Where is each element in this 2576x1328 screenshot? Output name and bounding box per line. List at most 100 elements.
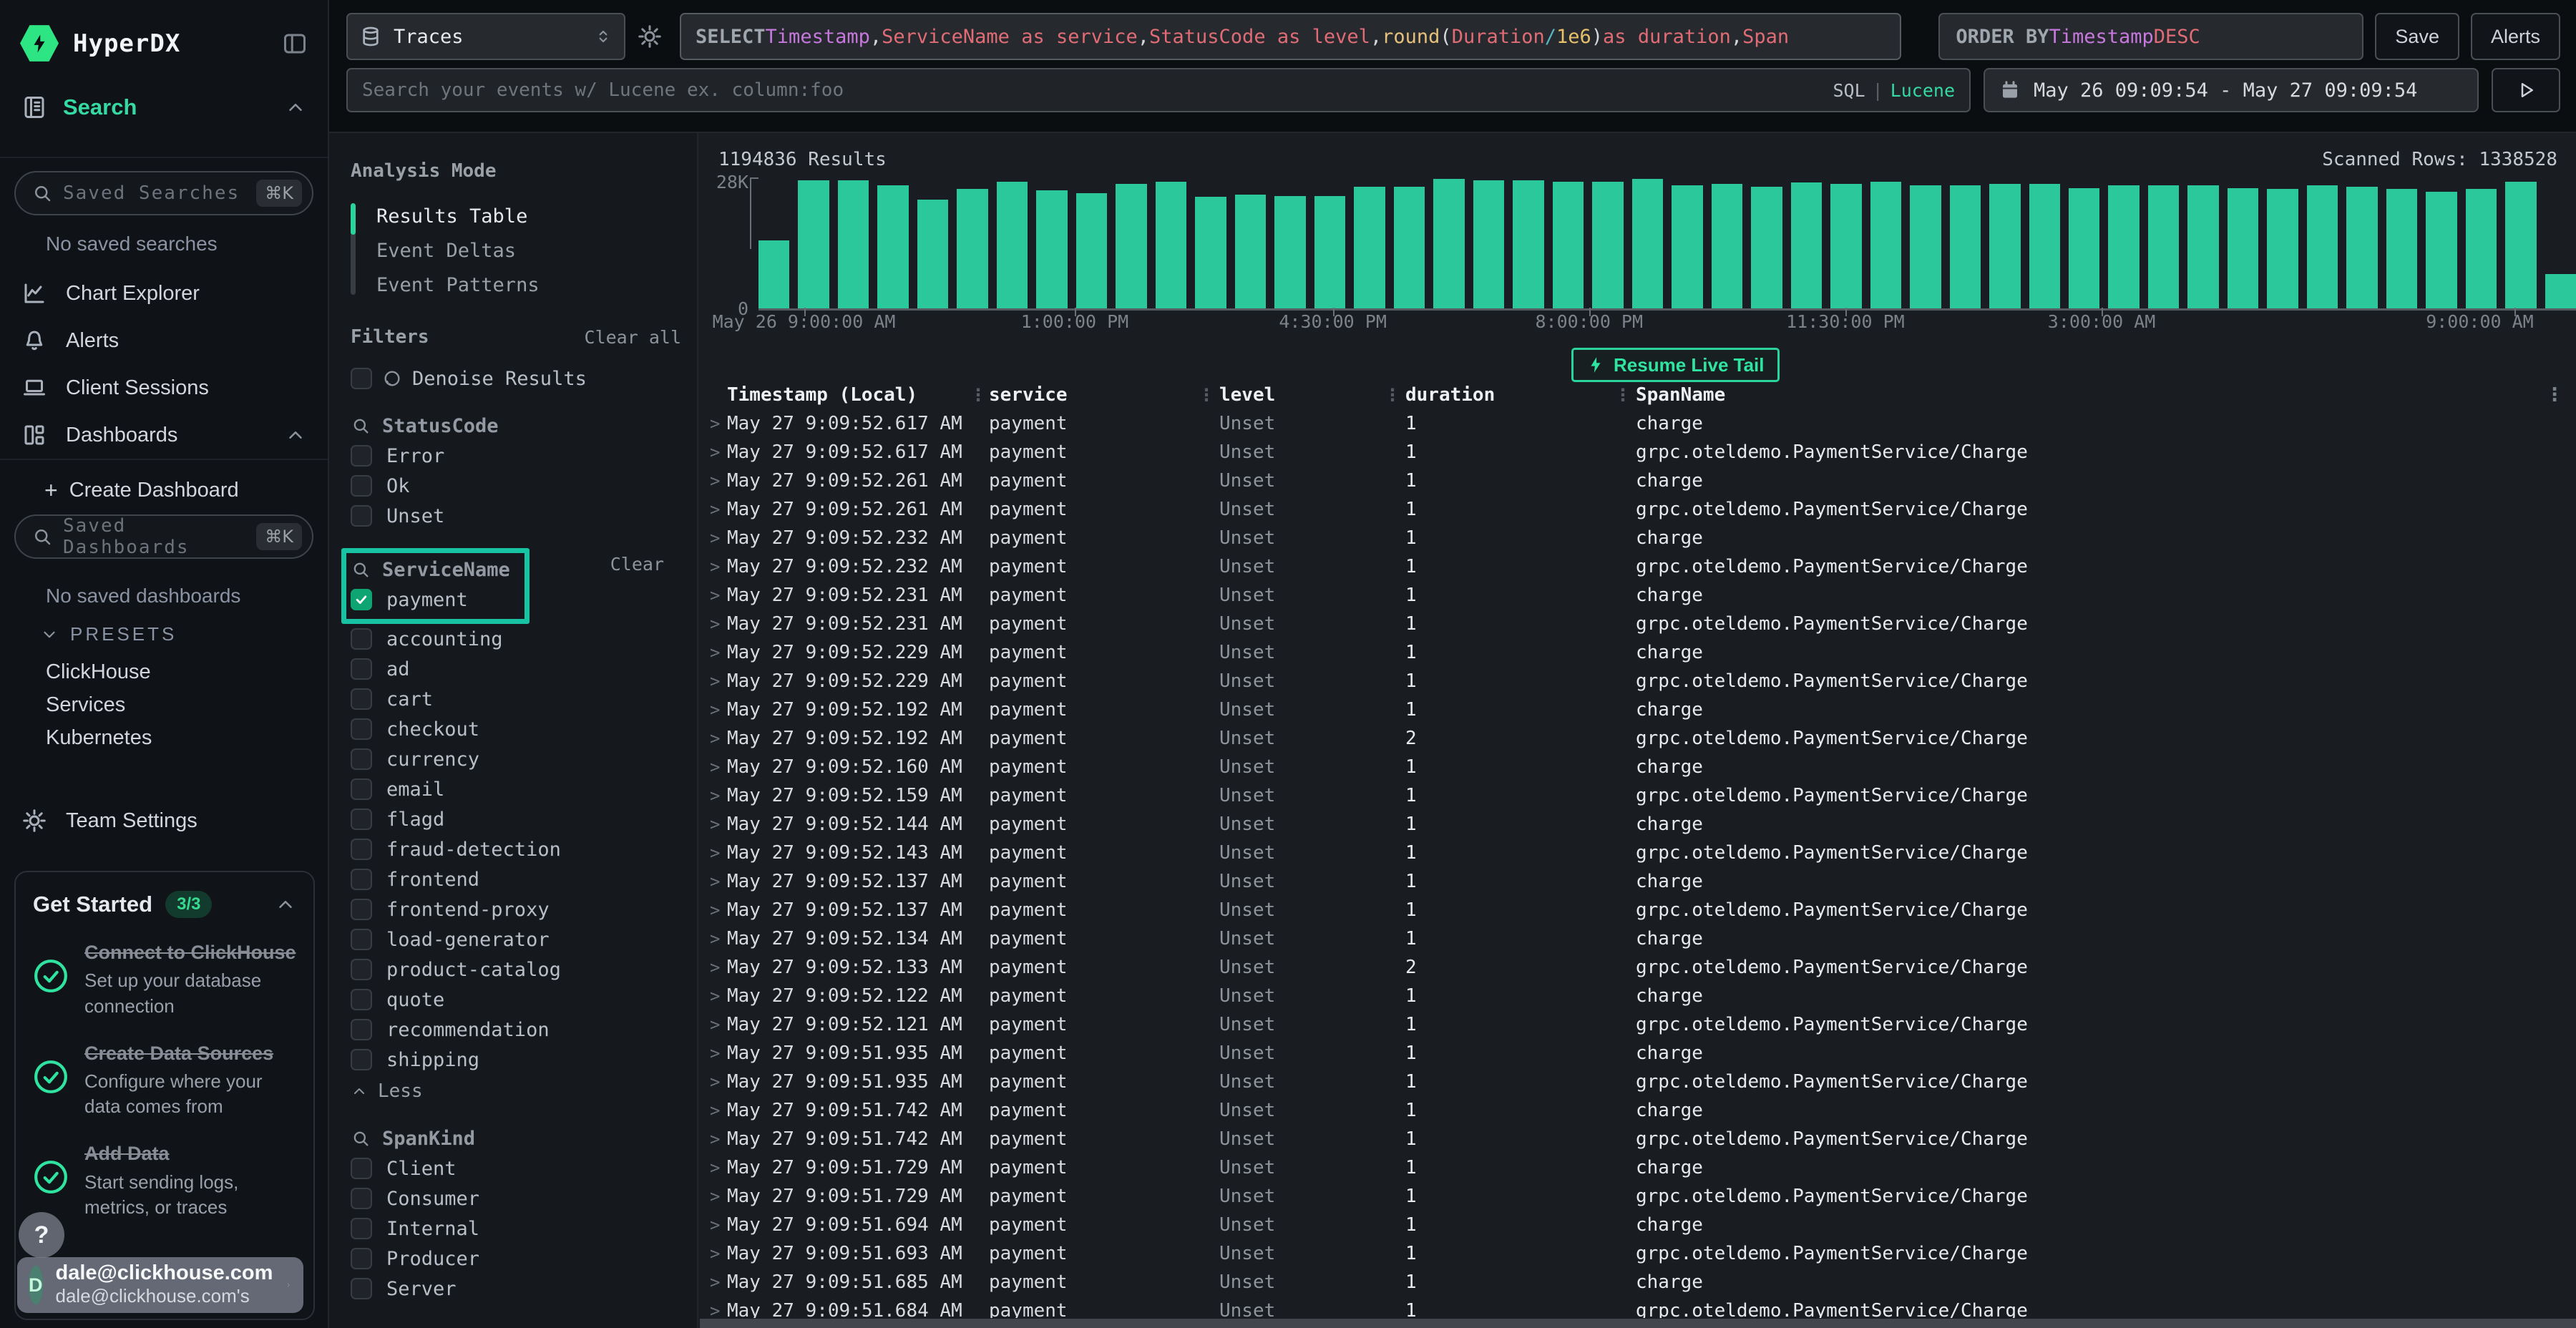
sidebar-item-team-settings[interactable]: Team Settings: [0, 797, 328, 844]
row-expand-chevron-icon[interactable]: >: [706, 1186, 727, 1206]
histogram-bar[interactable]: [1195, 197, 1226, 308]
row-expand-chevron-icon[interactable]: >: [706, 471, 727, 491]
filter-checkbox-item[interactable]: checkout: [351, 714, 681, 744]
histogram-bar[interactable]: [2228, 188, 2258, 308]
histogram-bar[interactable]: [1830, 184, 1861, 308]
histogram-bar[interactable]: [1473, 180, 1504, 308]
column-resizer-icon[interactable]: ⋮: [1610, 385, 1636, 405]
select-clause-input[interactable]: SELECT Timestamp, ServiceName as service…: [680, 13, 1901, 60]
sidebar-item-chart-explorer[interactable]: Chart Explorer: [0, 270, 328, 317]
get-started-step[interactable]: Connect to ClickHouse Set up your databa…: [33, 939, 296, 1019]
row-expand-chevron-icon[interactable]: >: [706, 872, 727, 892]
column-resizer-icon[interactable]: ⋮: [1380, 385, 1405, 405]
row-expand-chevron-icon[interactable]: >: [706, 643, 727, 663]
sidebar-item-dashboards[interactable]: Dashboards: [0, 411, 328, 459]
column-header-service[interactable]: service: [989, 384, 1194, 406]
table-row[interactable]: > May 27 9:09:52.231 AM payment Unset 1 …: [706, 581, 2570, 610]
histogram-bar[interactable]: [2069, 188, 2099, 308]
column-resizer-icon[interactable]: ⋮: [967, 385, 989, 405]
get-started-step[interactable]: Add Data Start sending logs, metrics, or…: [33, 1141, 296, 1220]
table-row[interactable]: > May 27 9:09:52.137 AM payment Unset 1 …: [706, 896, 2570, 924]
filter-checkbox-item[interactable]: email: [351, 774, 681, 804]
histogram-bar[interactable]: [877, 185, 908, 308]
row-expand-chevron-icon[interactable]: >: [706, 1215, 727, 1235]
mode-event-deltas[interactable]: Event Deltas: [376, 233, 681, 268]
run-query-button[interactable]: [2492, 68, 2560, 112]
histogram-bar[interactable]: [1950, 185, 1981, 308]
row-expand-chevron-icon[interactable]: >: [706, 900, 727, 920]
histogram-bar[interactable]: [2029, 184, 2060, 308]
histogram-bar[interactable]: [2346, 187, 2377, 308]
row-expand-chevron-icon[interactable]: >: [706, 843, 727, 863]
table-row[interactable]: > May 27 9:09:51.935 AM payment Unset 1 …: [706, 1039, 2570, 1068]
row-expand-chevron-icon[interactable]: >: [706, 814, 727, 834]
filter-group-header[interactable]: ServiceName: [351, 555, 510, 585]
histogram-bar[interactable]: [2386, 189, 2417, 308]
table-row[interactable]: > May 27 9:09:52.617 AM payment Unset 1 …: [706, 438, 2570, 467]
table-row[interactable]: > May 27 9:09:52.231 AM payment Unset 1 …: [706, 610, 2570, 638]
source-select[interactable]: Traces: [346, 13, 625, 60]
row-expand-chevron-icon[interactable]: >: [706, 528, 727, 548]
row-expand-chevron-icon[interactable]: >: [706, 557, 727, 577]
sidebar-item-alerts[interactable]: Alerts: [0, 317, 328, 364]
table-row[interactable]: > May 27 9:09:51.694 AM payment Unset 1 …: [706, 1211, 2570, 1239]
column-header-timestamp[interactable]: Timestamp (Local): [727, 384, 967, 406]
filter-checkbox-item[interactable]: Unset: [351, 501, 681, 531]
filter-checkbox-item[interactable]: product-catalog: [351, 954, 681, 985]
table-row[interactable]: > May 27 9:09:52.232 AM payment Unset 1 …: [706, 552, 2570, 581]
search-input[interactable]: Search your events w/ Lucene ex. column:…: [346, 68, 1971, 112]
table-row[interactable]: > May 27 9:09:52.137 AM payment Unset 1 …: [706, 867, 2570, 896]
row-expand-chevron-icon[interactable]: >: [706, 671, 727, 691]
histogram-bar[interactable]: [1910, 185, 1941, 308]
clear-all-filters-link[interactable]: Clear all: [585, 327, 681, 348]
row-expand-chevron-icon[interactable]: >: [706, 442, 727, 462]
chevron-up-icon[interactable]: [275, 894, 296, 915]
sidebar-item-client-sessions[interactable]: Client Sessions: [0, 364, 328, 411]
table-options-icon[interactable]: ⋮: [2539, 384, 2570, 406]
user-menu[interactable]: D dale@clickhouse.com dale@clickhouse.co…: [17, 1257, 303, 1313]
histogram-bar[interactable]: [1076, 193, 1107, 308]
resume-live-tail-button[interactable]: Resume Live Tail: [1571, 348, 1780, 382]
lang-toggle-lucene[interactable]: Lucene: [1890, 80, 1955, 101]
table-row[interactable]: > May 27 9:09:52.133 AM payment Unset 2 …: [706, 953, 2570, 982]
table-row[interactable]: > May 27 9:09:51.693 AM payment Unset 1 …: [706, 1239, 2570, 1268]
histogram-bar[interactable]: [2187, 185, 2218, 308]
row-expand-chevron-icon[interactable]: >: [706, 1158, 727, 1178]
save-button[interactable]: Save: [2375, 13, 2459, 60]
create-dashboard-button[interactable]: + Create Dashboard: [44, 477, 328, 503]
histogram-bar[interactable]: [1156, 182, 1186, 309]
table-row[interactable]: > May 27 9:09:52.192 AM payment Unset 2 …: [706, 724, 2570, 753]
histogram-bar[interactable]: [1036, 190, 1067, 308]
column-header-duration[interactable]: duration: [1405, 384, 1610, 406]
row-expand-chevron-icon[interactable]: >: [706, 728, 727, 748]
filter-checkbox-item[interactable]: Ok: [351, 471, 681, 501]
row-expand-chevron-icon[interactable]: >: [706, 929, 727, 949]
filter-checkbox-item[interactable]: Server: [351, 1274, 681, 1304]
table-row[interactable]: > May 27 9:09:52.261 AM payment Unset 1 …: [706, 467, 2570, 495]
histogram-bar[interactable]: [1632, 179, 1663, 308]
filter-checkbox-item[interactable]: payment: [351, 585, 510, 615]
table-row[interactable]: > May 27 9:09:52.134 AM payment Unset 1 …: [706, 924, 2570, 953]
filter-checkbox-item[interactable]: fraud-detection: [351, 834, 681, 864]
table-row[interactable]: > May 27 9:09:51.935 AM payment Unset 1 …: [706, 1068, 2570, 1096]
filter-group-header[interactable]: SpanKind: [351, 1123, 681, 1153]
histogram-bar[interactable]: [758, 240, 789, 308]
histogram-bar[interactable]: [2307, 185, 2338, 308]
histogram-bar[interactable]: [2505, 182, 2536, 309]
filter-checkbox-item[interactable]: load-generator: [351, 924, 681, 954]
sidebar-item-search[interactable]: Search: [0, 82, 328, 132]
histogram-bar[interactable]: [2545, 274, 2576, 308]
table-row[interactable]: > May 27 9:09:52.160 AM payment Unset 1 …: [706, 753, 2570, 781]
table-row[interactable]: > May 27 9:09:52.261 AM payment Unset 1 …: [706, 495, 2570, 524]
table-row[interactable]: > May 27 9:09:51.742 AM payment Unset 1 …: [706, 1096, 2570, 1125]
row-expand-chevron-icon[interactable]: >: [706, 1301, 727, 1318]
filter-checkbox-item[interactable]: shipping: [351, 1045, 681, 1075]
preset-clickhouse[interactable]: ClickHouse: [46, 655, 328, 688]
source-settings-gear-icon[interactable]: [637, 24, 663, 49]
saved-searches-input[interactable]: Saved Searches ⌘K: [14, 171, 313, 215]
filter-checkbox-item[interactable]: Consumer: [351, 1183, 681, 1214]
table-row[interactable]: > May 27 9:09:51.729 AM payment Unset 1 …: [706, 1182, 2570, 1211]
saved-dashboards-input[interactable]: Saved Dashboards ⌘K: [14, 514, 313, 559]
horizontal-scrollbar[interactable]: [700, 1319, 2576, 1328]
histogram-bar[interactable]: [1989, 184, 2020, 308]
